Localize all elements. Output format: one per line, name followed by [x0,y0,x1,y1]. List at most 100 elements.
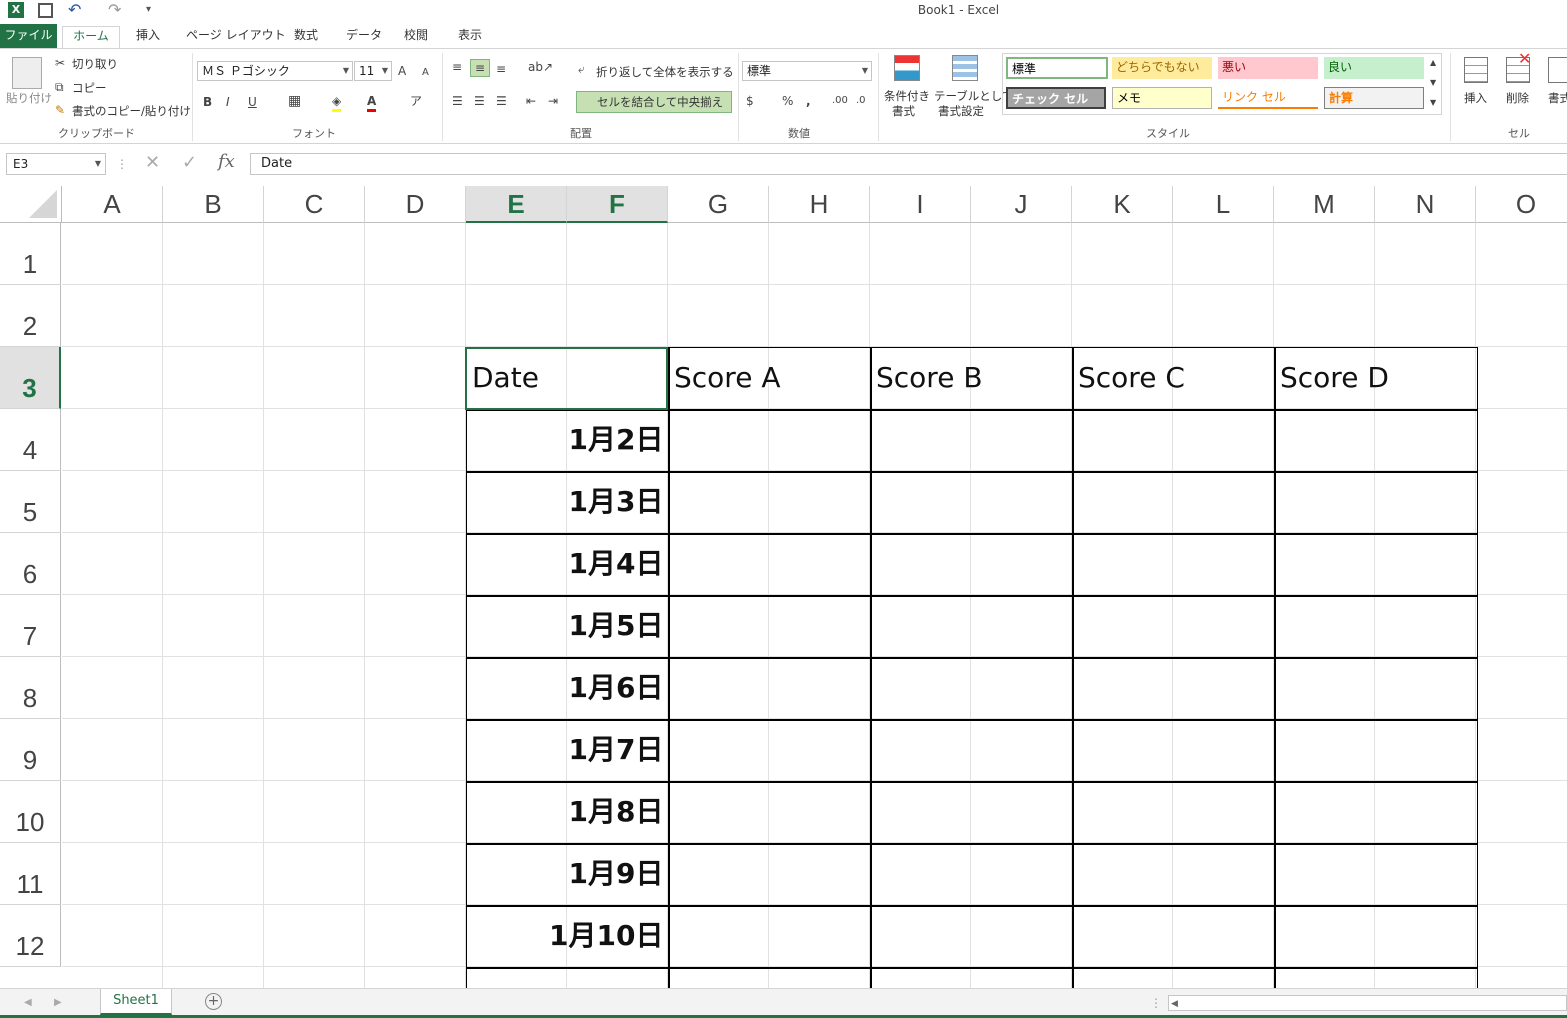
grid-cell[interactable] [1476,657,1567,719]
table-date-cell[interactable]: 1月7日 [466,719,670,783]
align-left-icon[interactable]: ☰ [452,93,463,109]
table-score-cell[interactable] [870,595,1074,659]
column-header-i[interactable]: I [870,186,971,223]
grid-cell[interactable] [365,657,466,719]
table-date-cell[interactable]: 1月8日 [466,781,670,845]
grid-cell[interactable] [668,285,769,347]
grid-cell[interactable] [163,223,264,285]
tab-data[interactable]: データ [338,26,390,48]
font-name-select[interactable]: ＭＳ Ｐゴシック ▼ [197,61,353,81]
grid-cell[interactable] [365,533,466,595]
next-sheet-icon[interactable]: ▶ [54,995,62,1011]
borders-icon[interactable]: ▦ [288,93,301,109]
table-score-cell[interactable] [870,533,1074,597]
grid-cell[interactable] [365,471,466,533]
grid-cell[interactable] [1476,285,1567,347]
style-calculation[interactable]: 計算 [1324,87,1424,109]
sheet-tab-sheet1[interactable]: Sheet1 [100,989,172,1015]
row-header-10[interactable]: 10 [0,781,61,843]
cancel-icon[interactable]: ✕ [145,154,160,172]
table-score-cell[interactable] [1072,781,1276,845]
column-header-g[interactable]: G [668,186,769,223]
column-header-e[interactable]: E [466,186,567,223]
grid-cell[interactable] [62,719,163,781]
table-score-cell[interactable] [668,471,872,535]
column-header-j[interactable]: J [971,186,1072,223]
grid-cell[interactable] [365,595,466,657]
column-header-k[interactable]: K [1072,186,1173,223]
table-date-cell[interactable]: 1月10日 [466,905,670,969]
row-header-4[interactable]: 4 [0,409,61,471]
grid-cell[interactable] [1476,595,1567,657]
tab-page-layout[interactable]: ページ レイアウト [178,26,294,48]
grid-cell[interactable] [1476,905,1567,967]
style-good[interactable]: 良い [1324,57,1424,79]
insert-cells-button[interactable]: 挿入 [1464,91,1487,105]
style-check-cell[interactable]: チェック セル [1006,87,1106,109]
tab-formulas[interactable]: 数式 [286,26,326,48]
table-date-cell[interactable]: 1月6日 [466,657,670,721]
table-score-cell[interactable] [1072,719,1276,783]
grid-cell[interactable] [365,781,466,843]
format-cells-button[interactable]: 書式 [1548,91,1567,105]
grid-cell[interactable] [163,347,264,409]
scroll-left-icon[interactable]: ◀ [1171,996,1178,1012]
paste-button[interactable]: 貼り付け [6,91,52,105]
grid-cell[interactable] [1274,285,1375,347]
column-header-o[interactable]: O [1476,186,1567,223]
tab-view[interactable]: 表示 [450,26,490,48]
row-header-6[interactable]: 6 [0,533,61,595]
table-score-cell[interactable] [1072,471,1276,535]
bold-button[interactable]: B [203,94,212,110]
table-score-cell[interactable] [870,781,1074,845]
grid-cell[interactable] [365,967,466,988]
table-score-cell[interactable] [1072,595,1276,659]
format-painter-button[interactable]: 書式のコピー/貼り付け [72,104,191,118]
style-bad[interactable]: 悪い [1218,57,1318,79]
table-score-cell[interactable] [1274,905,1478,969]
table-score-cell[interactable] [870,719,1074,783]
grid-cell[interactable] [62,223,163,285]
grid-cell[interactable] [971,285,1072,347]
new-sheet-icon[interactable]: + [205,993,222,1010]
wrap-text-button[interactable]: 折り返して全体を表示する [596,65,734,79]
grid-cell[interactable] [870,285,971,347]
grid-cell[interactable] [365,719,466,781]
grid-cell[interactable] [264,533,365,595]
table-score-cell[interactable] [1072,533,1276,597]
grid-cell[interactable] [668,223,769,285]
column-header-m[interactable]: M [1274,186,1375,223]
grid-cell[interactable] [163,409,264,471]
table-score-cell[interactable] [1274,781,1478,845]
table-date-cell[interactable]: 1月9日 [466,843,670,907]
grid-cell[interactable] [62,347,163,409]
grid-cell[interactable] [163,595,264,657]
grid-cell[interactable] [62,843,163,905]
grid-cell[interactable] [264,967,365,988]
table-score-cell[interactable] [668,843,872,907]
table-header-cell[interactable]: Score C [1072,347,1276,411]
style-normal[interactable]: 標準 [1006,57,1108,79]
grid-cell[interactable] [1375,285,1476,347]
insert-function-icon[interactable]: fx [218,153,235,171]
style-neutral[interactable]: どちらでもない [1112,57,1212,79]
table-header-cell[interactable]: Date [466,347,670,411]
grid-cell[interactable] [264,347,365,409]
table-date-cell[interactable]: 1月4日 [466,533,670,597]
grid-cell[interactable] [163,843,264,905]
grid-cell[interactable] [1375,223,1476,285]
row-header-8[interactable]: 8 [0,657,61,719]
table-score-cell[interactable] [870,905,1074,969]
align-top-icon[interactable]: ≡ [452,59,462,75]
table-date-cell[interactable]: 1月3日 [466,471,670,535]
grid-cell[interactable] [1072,285,1173,347]
table-score-cell[interactable] [668,781,872,845]
table-score-cell[interactable] [1274,409,1478,473]
percent-button[interactable]: % [782,93,793,109]
table-score-cell[interactable] [870,967,1074,988]
decrease-indent-icon[interactable]: ⇤ [526,93,536,109]
style-note[interactable]: メモ [1112,87,1212,109]
row-header-9[interactable]: 9 [0,719,61,781]
grid-cell[interactable] [1173,223,1274,285]
table-score-cell[interactable] [668,967,872,988]
